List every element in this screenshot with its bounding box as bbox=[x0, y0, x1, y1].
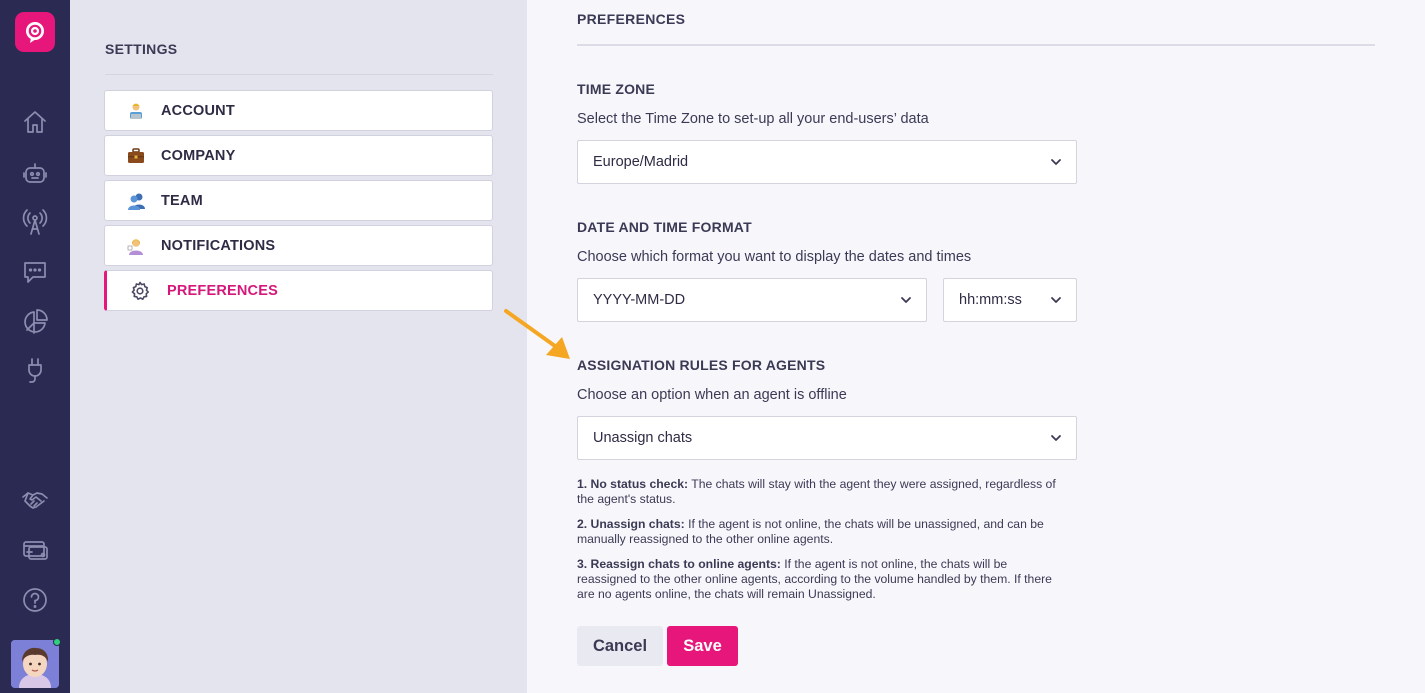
settings-item-label: PREFERENCES bbox=[167, 282, 278, 299]
broadcast-icon[interactable] bbox=[19, 206, 51, 238]
preferences-main: PREFERENCES TIME ZONE Select the Time Zo… bbox=[527, 0, 1425, 693]
save-button[interactable]: Save bbox=[667, 626, 738, 666]
page-divider bbox=[577, 44, 1375, 46]
account-icon bbox=[126, 101, 146, 121]
assignation-rules-help: 1. No status check: The chats will stay … bbox=[577, 477, 1067, 612]
assignation-select-value: Unassign chats bbox=[593, 430, 693, 446]
settings-item-notifications[interactable]: NOTIFICATIONS bbox=[104, 225, 493, 266]
cancel-button[interactable]: Cancel bbox=[577, 626, 663, 666]
chevron-down-icon bbox=[1050, 156, 1062, 168]
gear-icon bbox=[130, 281, 150, 301]
billing-icon[interactable] bbox=[19, 534, 51, 566]
settings-title: SETTINGS bbox=[105, 41, 178, 57]
settings-item-company[interactable]: COMPANY bbox=[104, 135, 493, 176]
app-logo[interactable] bbox=[15, 12, 55, 52]
chat-icon[interactable] bbox=[19, 256, 51, 288]
settings-item-preferences[interactable]: PREFERENCES bbox=[104, 270, 493, 311]
rule-item: 3. Reassign chats to online agents: If t… bbox=[577, 557, 1067, 602]
user-avatar[interactable] bbox=[11, 640, 59, 688]
datetime-description: Choose which format you want to display … bbox=[577, 249, 972, 265]
team-icon bbox=[126, 191, 146, 211]
annotation-arrow-icon bbox=[504, 309, 570, 359]
app-rail bbox=[0, 0, 70, 693]
chevron-down-icon bbox=[1050, 432, 1062, 444]
date-format-select[interactable]: YYYY-MM-DD bbox=[577, 278, 927, 322]
notifications-icon bbox=[126, 236, 146, 256]
logo-chat-icon bbox=[26, 22, 44, 43]
online-status-dot bbox=[53, 638, 61, 646]
assignation-select[interactable]: Unassign chats bbox=[577, 416, 1077, 460]
avatar-face-icon bbox=[11, 640, 59, 688]
settings-item-label: TEAM bbox=[161, 192, 203, 209]
timezone-description: Select the Time Zone to set-up all your … bbox=[577, 111, 929, 127]
settings-item-label: COMPANY bbox=[161, 147, 236, 164]
company-icon bbox=[126, 146, 146, 166]
settings-item-label: ACCOUNT bbox=[161, 102, 235, 119]
home-icon[interactable] bbox=[19, 106, 51, 138]
assignation-description: Choose an option when an agent is offlin… bbox=[577, 387, 847, 403]
page-title: PREFERENCES bbox=[577, 11, 686, 27]
chevron-down-icon bbox=[1050, 294, 1062, 306]
rule-item: 2. Unassign chats: If the agent is not o… bbox=[577, 517, 1067, 547]
rule-label: 2. Unassign chats: bbox=[577, 517, 685, 531]
time-format-value: hh:mm:ss bbox=[959, 292, 1022, 308]
date-format-value: YYYY-MM-DD bbox=[593, 292, 686, 308]
handshake-icon[interactable] bbox=[19, 483, 51, 515]
settings-item-label: NOTIFICATIONS bbox=[161, 237, 276, 254]
timezone-select-value: Europe/Madrid bbox=[593, 154, 689, 170]
datetime-title: DATE AND TIME FORMAT bbox=[577, 219, 752, 235]
chevron-down-icon bbox=[900, 294, 912, 306]
analytics-icon[interactable] bbox=[19, 306, 51, 338]
integrations-icon[interactable] bbox=[19, 354, 51, 386]
timezone-title: TIME ZONE bbox=[577, 81, 656, 97]
help-icon[interactable] bbox=[19, 584, 51, 616]
settings-panel: SETTINGS ACCOUNT COMPANY TEAM NOTIFICATI… bbox=[70, 0, 527, 693]
timezone-select[interactable]: Europe/Madrid bbox=[577, 140, 1077, 184]
rule-label: 1. No status check: bbox=[577, 477, 689, 491]
settings-divider bbox=[105, 74, 493, 75]
settings-item-team[interactable]: TEAM bbox=[104, 180, 493, 221]
time-format-select[interactable]: hh:mm:ss bbox=[943, 278, 1077, 322]
assignation-title: ASSIGNATION RULES FOR AGENTS bbox=[577, 357, 826, 373]
rule-item: 1. No status check: The chats will stay … bbox=[577, 477, 1067, 507]
rule-label: 3. Reassign chats to online agents: bbox=[577, 557, 781, 571]
bot-icon[interactable] bbox=[19, 157, 51, 189]
settings-item-account[interactable]: ACCOUNT bbox=[104, 90, 493, 131]
